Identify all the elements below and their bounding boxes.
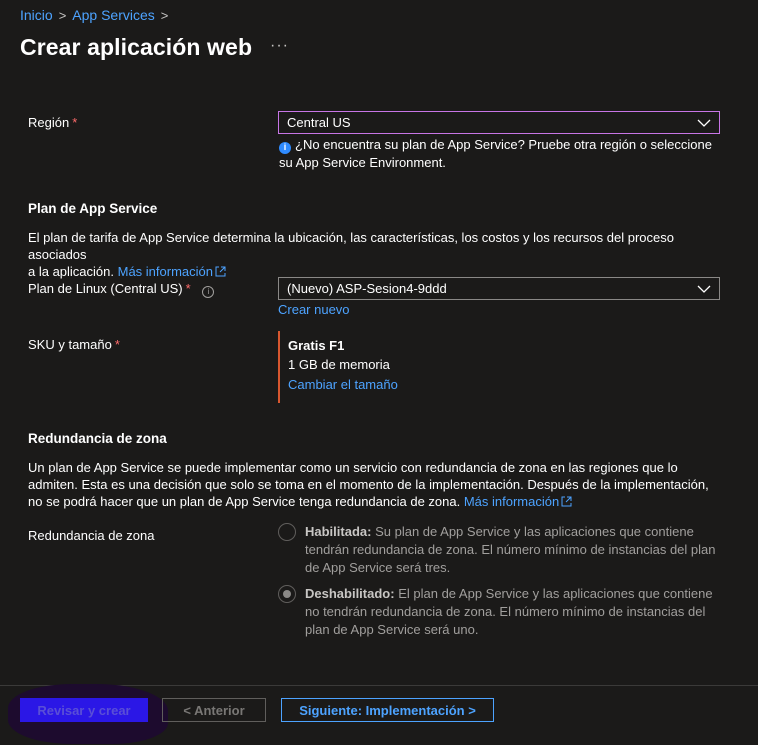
zone-enabled-text: Habilitada: Su plan de App Service y las… [305,523,718,577]
linux-plan-dropdown[interactable]: (Nuevo) ASP-Sesion4-9ddd [278,277,720,300]
zone-description-text-3: no se podrá hacer que un plan de App Ser… [28,494,461,509]
zone-disabled-text: Deshabilitado: El plan de App Service y … [305,585,718,639]
zone-more-info-text: Más información [463,494,560,509]
zone-disabled-option[interactable]: Deshabilitado: El plan de App Service y … [278,585,718,639]
zone-description: Un plan de App Service se puede implemen… [28,459,728,510]
plan-more-info-link[interactable]: Más información [118,264,226,279]
sku-label: SKU y tamaño * [28,337,120,352]
chevron-down-icon [697,119,711,127]
more-options-button[interactable]: ··· [270,37,289,55]
sku-name: Gratis F1 [288,338,345,353]
create-new-plan-link[interactable]: Crear nuevo [278,302,350,317]
breadcrumb-home[interactable]: Inicio [20,7,53,23]
plan-description-text-2: a la aplicación. [28,264,114,279]
zone-description-text-2: admiten. Esta es una decisión que solo s… [28,477,709,492]
review-create-button[interactable]: Revisar y crear [20,698,148,722]
plan-section-title: Plan de App Service [28,201,158,216]
next-deployment-button[interactable]: Siguiente: Implementación > [281,698,494,722]
region-dropdown-value: Central US [287,115,351,130]
chevron-down-icon [697,285,711,293]
external-link-icon [215,266,226,277]
breadcrumb: Inicio > App Services > [20,7,168,23]
zone-label: Redundancia de zona [28,528,155,543]
plan-description-text: El plan de tarifa de App Service determi… [28,230,674,262]
zone-disabled-title: Deshabilitado: [305,586,395,601]
zone-disabled-radio[interactable] [278,585,296,603]
region-info-text-2: su App Service Environment. [279,154,446,170]
region-dropdown[interactable]: Central US [278,111,720,134]
plan-more-info-text: Más información [117,264,213,279]
page-title: Crear aplicación web [20,34,253,60]
external-link-icon [561,496,572,507]
zone-more-info-link[interactable]: Más información [464,494,572,509]
breadcrumb-app-services[interactable]: App Services [72,7,154,23]
zone-enabled-option[interactable]: Habilitada: Su plan de App Service y las… [278,523,718,577]
breadcrumb-separator-icon: > [58,7,67,23]
required-marker: * [185,281,191,296]
region-info-text: ¿No encuentra su plan de App Service? Pr… [295,137,712,152]
sku-memory: 1 GB de memoria [288,357,390,372]
sku-label-text: SKU y tamaño [28,337,112,352]
change-size-link[interactable]: Cambiar el tamaño [288,375,398,395]
zone-enabled-radio[interactable] [278,523,296,541]
info-icon[interactable]: i [202,285,215,298]
region-info: i ¿No encuentra su plan de App Service? P… [279,136,719,171]
zone-section-title: Redundancia de zona [28,431,167,446]
linux-plan-label-text: Plan de Linux (Central US) [28,281,183,296]
plan-description: El plan de tarifa de App Service determi… [28,229,728,280]
linux-plan-label: Plan de Linux (Central US) * i [28,281,215,298]
previous-button[interactable]: < Anterior [162,698,266,722]
region-label-text: Región [28,115,70,130]
zone-description-text: Un plan de App Service se puede implemen… [28,460,678,475]
required-marker: * [114,337,120,352]
zone-enabled-title: Habilitada: [305,524,372,539]
region-label: Región * [28,115,77,130]
breadcrumb-separator-icon: > [160,7,169,23]
info-icon: i [279,141,291,154]
sku-summary: Gratis F1 1 GB de memoria Cambiar el tam… [278,331,398,403]
linux-plan-dropdown-value: (Nuevo) ASP-Sesion4-9ddd [287,281,447,296]
required-marker: * [72,115,78,130]
